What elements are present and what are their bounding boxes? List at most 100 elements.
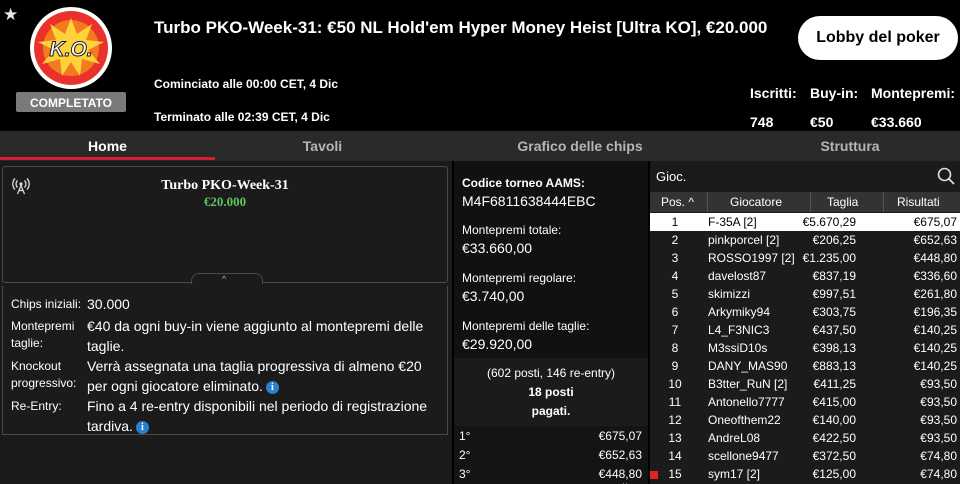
info-value: Verrà assegnata una taglia progressiva d… <box>87 356 437 396</box>
player-position: 9 <box>671 359 679 373</box>
player-row[interactable]: 6 Arkymiky94 €303,75 €196,35 <box>650 303 960 321</box>
ko-completed-badge: K.O. COMPLETATO <box>16 7 126 112</box>
tournament-title: Turbo PKO-Week-31: €50 NL Hold'em Hyper … <box>154 18 768 37</box>
active-tab-indicator <box>0 157 215 160</box>
player-name: B3tter_RuN [2] <box>708 377 788 391</box>
player-row[interactable]: 12 Oneofthem22 €140,00 €93,50 <box>650 411 960 429</box>
chevron-up-icon: ^ <box>222 274 227 284</box>
places-paid-label: pagati. <box>531 404 571 418</box>
player-name: L4_F3NIC3 <box>708 323 770 337</box>
player-result: €261,80 <box>913 287 957 301</box>
prize-position: 3° <box>459 467 471 481</box>
player-row[interactable]: 11 Antonello7777 €415,00 €93,50 <box>650 393 960 411</box>
info-label: Knockout progressivo: <box>11 359 77 390</box>
player-result: €93,50 <box>920 377 957 391</box>
player-name: pinkporcel [2] <box>708 233 780 247</box>
column-divider <box>707 192 708 212</box>
ko-logo-text: K.O. <box>49 38 92 61</box>
players-table-header: Pos. ^ Giocatore Taglia Risultati <box>650 192 960 212</box>
player-row[interactable]: 13 AndreL08 €422,50 €93,50 <box>650 429 960 447</box>
player-row[interactable]: 2 pinkporcel [2] €206,25 €652,63 <box>650 231 960 249</box>
info-value: 30.000 <box>87 296 130 312</box>
col-header-bounty[interactable]: Taglia <box>827 195 858 209</box>
player-result: €74,80 <box>920 467 957 481</box>
info-label: Chips iniziali: <box>11 297 82 311</box>
tab-tables[interactable]: Tavoli <box>215 131 430 161</box>
start-time: Cominciato alle 00:00 CET, 4 Dic <box>154 77 339 91</box>
player-position: 2 <box>671 233 679 247</box>
player-row[interactable]: 5 skimizzi €997,51 €261,80 <box>650 285 960 303</box>
regular-prizepool-label: Montepremi regolare: <box>462 271 577 285</box>
player-name: Antonello7777 <box>708 395 785 409</box>
tournament-info-panel: Turbo PKO-Week-31 €20.000 ^ Chips inizia… <box>0 161 452 484</box>
player-result: €140,25 <box>913 359 957 373</box>
poker-lobby-button[interactable]: Lobby del poker <box>798 16 958 60</box>
more-rows-indicator: ·· <box>622 478 628 484</box>
stat-label: Buy-in: <box>810 85 859 101</box>
player-name: M3ssiD10s <box>708 341 768 355</box>
player-result: €140,25 <box>913 323 957 337</box>
prize-amount: €675,07 <box>598 429 642 443</box>
player-result: €74,80 <box>920 449 957 463</box>
player-row[interactable]: 3 ROSSO1997 [2] €1.235,00 €448,80 <box>650 249 960 267</box>
search-icon[interactable] <box>937 167 955 185</box>
player-row[interactable]: 1 F-35A [2] €5.670,29 €675,07 <box>650 213 960 231</box>
info-icon[interactable]: i <box>265 381 279 394</box>
player-position: 15 <box>668 467 682 481</box>
player-name: DANY_MAS90 <box>708 359 788 373</box>
player-search-bar[interactable]: Gioc. <box>650 161 960 191</box>
col-header-player[interactable]: Giocatore <box>730 195 782 209</box>
player-bounty: €303,75 <box>812 305 856 319</box>
column-divider <box>883 192 884 212</box>
col-header-results[interactable]: Risultati <box>897 195 940 209</box>
column-divider <box>810 192 811 212</box>
player-position: 6 <box>671 305 679 319</box>
player-position: 12 <box>668 413 682 427</box>
info-icon[interactable]: i <box>135 421 149 434</box>
widget-guarantee: €20.000 <box>203 194 247 209</box>
player-result: €448,80 <box>913 251 957 265</box>
player-row[interactable]: 10 B3tter_RuN [2] €411,25 €93,50 <box>650 375 960 393</box>
player-bounty: €206,25 <box>812 233 856 247</box>
widget-title: Turbo PKO-Week-31 <box>161 178 289 193</box>
player-result: €336,60 <box>913 269 957 283</box>
stat-label: Montepremi: <box>871 85 955 101</box>
player-bounty: €437,50 <box>812 323 856 337</box>
player-bounty: €837,19 <box>812 269 856 283</box>
player-bounty: €125,00 <box>812 467 856 481</box>
info-label: Montepremi taglie: <box>11 319 75 350</box>
collapse-toggle[interactable]: ^ <box>191 273 263 284</box>
col-header-position[interactable]: Pos. ^ <box>661 195 694 209</box>
end-time: Terminato alle 02:39 CET, 4 Dic <box>154 110 330 124</box>
player-bounty: €398,13 <box>812 341 856 355</box>
paid-places-info: (602 posti, 146 re-entry) 18 posti pagat… <box>454 358 648 424</box>
prize-row: 1° €675,07 <box>454 426 648 446</box>
sort-asc-icon: ^ <box>688 195 694 209</box>
bounty-prizepool-label: Montepremi delle taglie: <box>462 319 590 333</box>
player-result: €675,07 <box>913 215 957 229</box>
player-bounty: €883,13 <box>812 359 856 373</box>
player-row[interactable]: 8 M3ssiD10s €398,13 €140,25 <box>650 339 960 357</box>
prize-row: 2° €652,63 <box>454 445 648 465</box>
tab-structure[interactable]: Struttura <box>760 131 940 161</box>
player-result: €652,63 <box>913 233 957 247</box>
total-prizepool-label: Montepremi totale: <box>462 223 562 237</box>
player-position: 14 <box>668 449 682 463</box>
player-position: 1 <box>671 215 679 229</box>
prize-position: 2° <box>459 448 471 462</box>
player-row[interactable]: 15 sym17 [2] €125,00 €74,80 <box>650 465 960 483</box>
player-row[interactable]: 14 scellone9477 €372,50 €74,80 <box>650 447 960 465</box>
stat-entrants: Iscritti: 748 <box>750 85 797 130</box>
player-row[interactable]: 7 L4_F3NIC3 €437,50 €140,25 <box>650 321 960 339</box>
player-name: scellone9477 <box>708 449 779 463</box>
col-label: Pos. <box>661 195 686 209</box>
prize-pool-summary: Codice torneo AAMS: M4F6811638444EBC Mon… <box>454 161 648 358</box>
stat-label: Iscritti: <box>750 85 797 101</box>
badge-status-text: COMPLETATO <box>30 96 112 110</box>
player-row[interactable]: 9 DANY_MAS90 €883,13 €140,25 <box>650 357 960 375</box>
player-result: €93,50 <box>920 413 957 427</box>
regular-prizepool-value: €3.740,00 <box>462 288 525 304</box>
tab-chip-chart[interactable]: Grafico delle chips <box>470 131 690 161</box>
player-row[interactable]: 4 davelost87 €837,19 €336,60 <box>650 267 960 285</box>
stat-value: 748 <box>750 114 774 130</box>
